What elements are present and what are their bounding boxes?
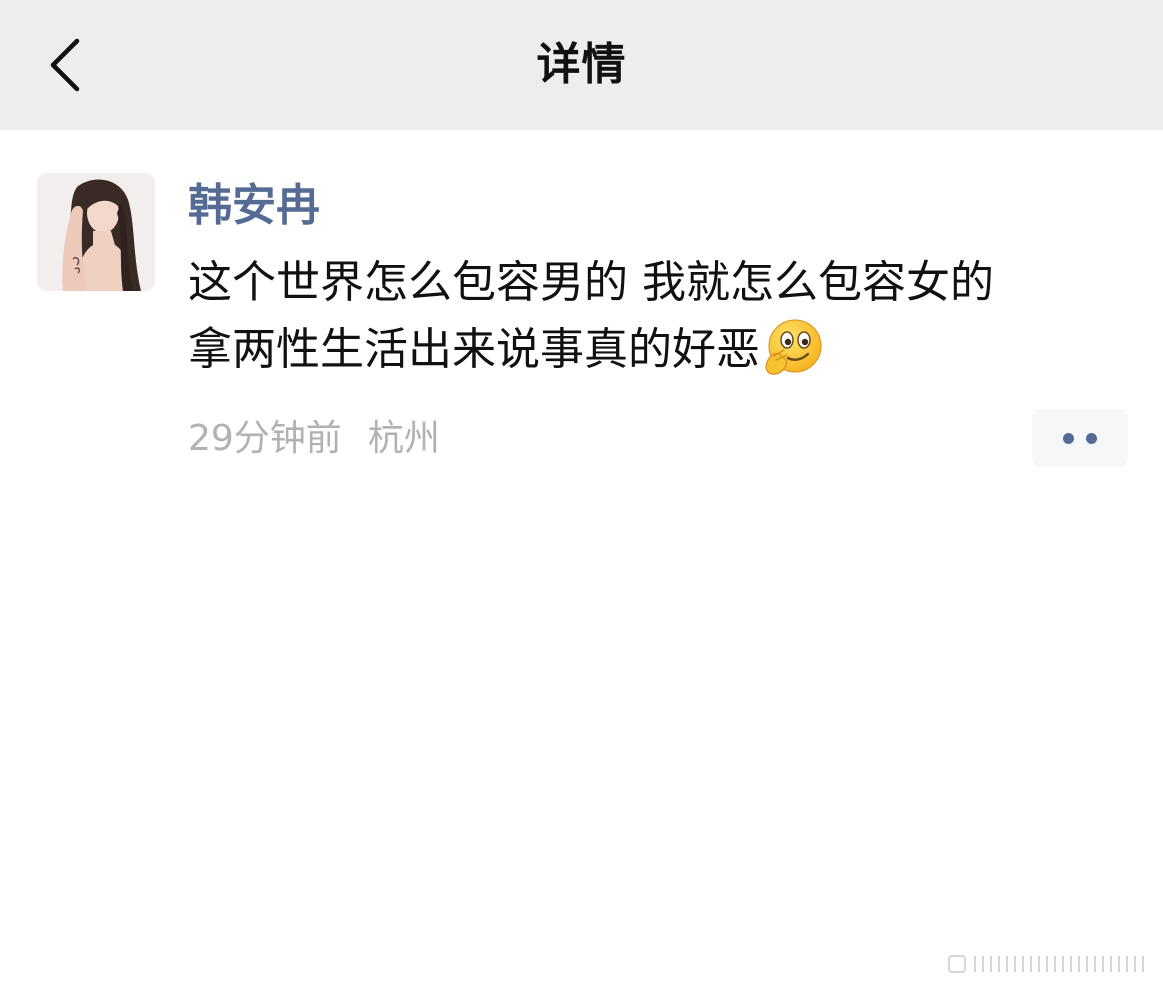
watermark-graphic xyxy=(945,952,1155,976)
more-dots-icon xyxy=(1063,432,1097,444)
smirk-hand-emoji-icon xyxy=(762,316,824,378)
post-meta: 29分钟前 杭州 xyxy=(188,414,440,464)
author-name[interactable]: 韩安冉 xyxy=(188,176,320,236)
post-text-line-with-emoji: 拿两性生活出来说事真的好恶 xyxy=(188,316,1148,383)
page-title: 详情 xyxy=(536,39,627,90)
post-content: 这个世界怎么包容男的 我就怎么包容女的 拿两性生活出来说事真的好恶 xyxy=(188,250,1148,383)
moment-detail-screen: 详情 韩安冉 这个世界怎么包容男的 我就怎么包容女的 拿两性生活出来说事真的好恶… xyxy=(0,0,1163,990)
post-location: 杭州 xyxy=(367,418,440,459)
nav-bar: 详情 xyxy=(0,0,1163,130)
post-time: 29分钟前 xyxy=(188,418,342,459)
post-text-line: 这个世界怎么包容男的 我就怎么包容女的 xyxy=(188,257,994,308)
more-actions-button[interactable] xyxy=(1032,409,1128,467)
post-text-line: 拿两性生活出来说事真的好恶 xyxy=(188,324,760,375)
avatar[interactable] xyxy=(37,173,155,291)
